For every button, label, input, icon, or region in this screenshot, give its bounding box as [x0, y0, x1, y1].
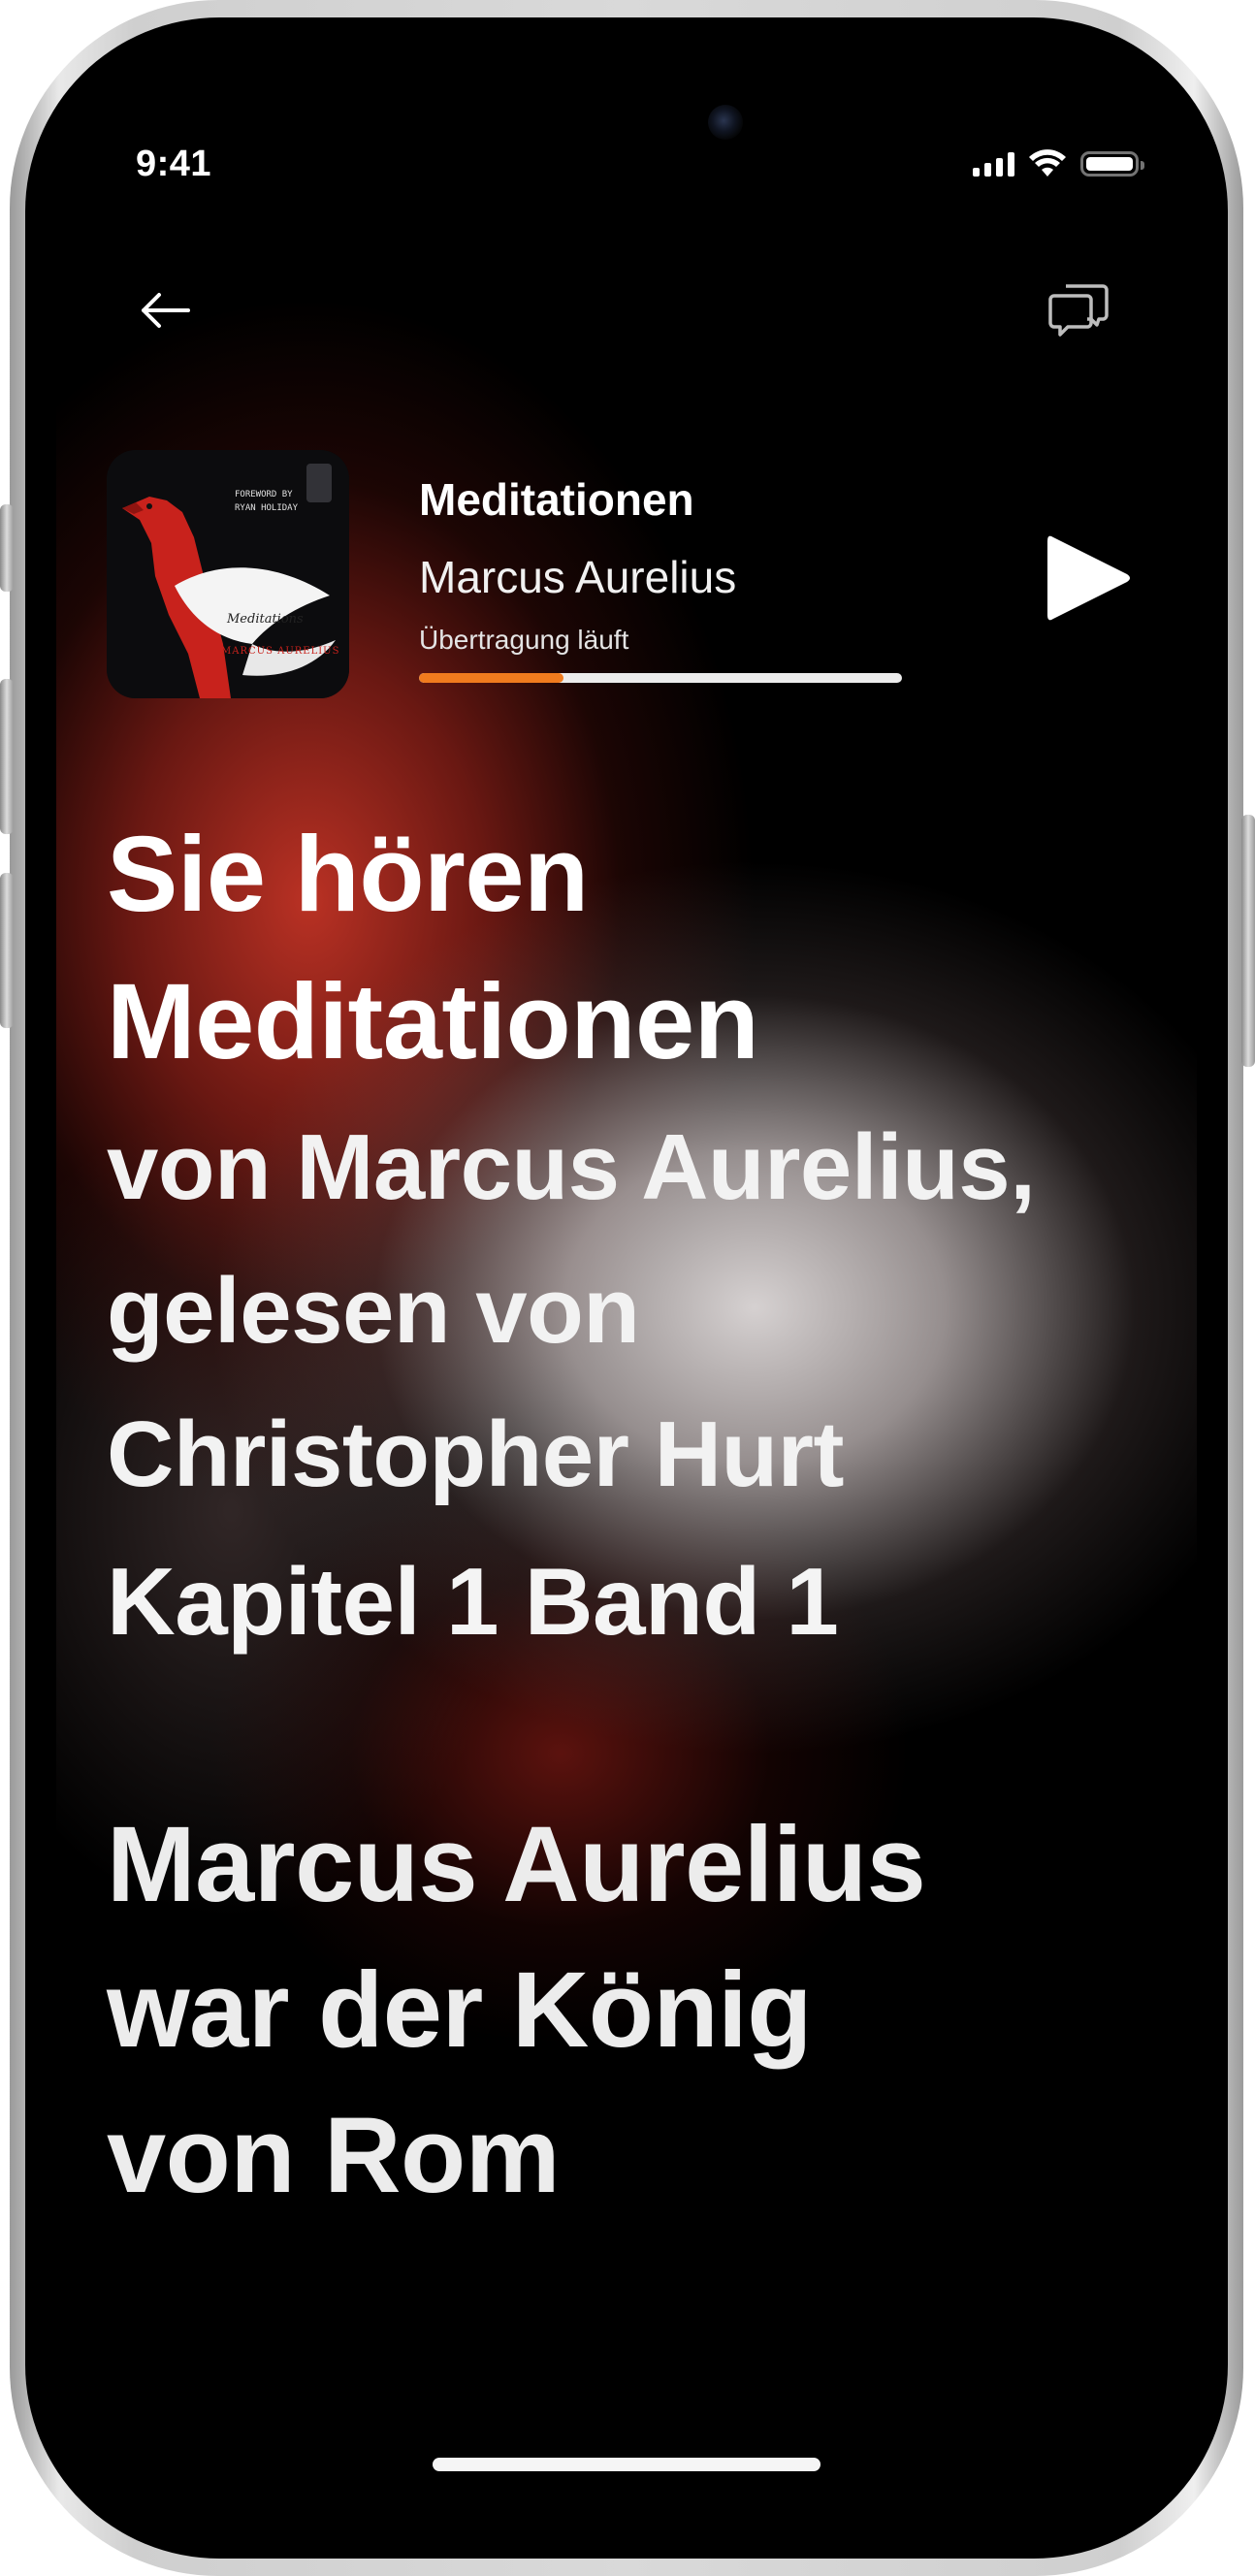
app-screen: 9:41 FOREWORD BY RYAN HOLIDAY Meditation…	[56, 105, 1197, 2491]
volume-down-button	[0, 873, 14, 1028]
arrow-left-icon	[142, 293, 190, 328]
cover-title: Meditations	[226, 612, 304, 627]
cover-foreword-line2: RYAN HOLIDAY	[235, 503, 299, 513]
transcript-heading-line2: Meditationen	[107, 962, 759, 1081]
transcript-heading-line1: Sie hören	[107, 815, 589, 934]
back-button[interactable]	[134, 279, 196, 341]
battery-icon	[1080, 151, 1144, 177]
play-button[interactable]	[1038, 528, 1139, 628]
cover-author: MARCUS AURELIUS	[221, 646, 339, 657]
volume-up-button	[0, 679, 14, 834]
transcript-sub-line1: von Marcus Aurelius,	[107, 1115, 1036, 1219]
progress-bar[interactable]	[419, 673, 902, 683]
play-icon	[1047, 535, 1130, 621]
book-cover-art: FOREWORD BY RYAN HOLIDAY Meditations MAR…	[107, 450, 349, 698]
transcript-body-line2: war der König	[107, 1950, 812, 2070]
cover-foreword-line1: FOREWORD BY	[235, 490, 293, 499]
power-button	[1241, 815, 1255, 1067]
chat-button[interactable]	[1046, 275, 1113, 343]
transcript-sub-line2: gelesen von	[107, 1259, 640, 1363]
wifi-icon	[1029, 149, 1066, 177]
dynamic-island	[448, 105, 807, 209]
chat-bubbles-icon	[1048, 284, 1109, 337]
transcript-sub-line3: Christopher Hurt	[107, 1402, 845, 1506]
track-author: Marcus Aurelius	[419, 552, 737, 602]
track-status: Übertragung läuft	[419, 625, 629, 655]
track-title: Meditationen	[419, 474, 694, 525]
home-indicator[interactable]	[433, 2458, 821, 2471]
progress-fill	[419, 673, 564, 683]
live-transcript: Sie hören Meditationen von Marcus Aureli…	[107, 801, 1174, 2229]
phone-mockup: 9:41 FOREWORD BY RYAN HOLIDAY Meditation…	[0, 0, 1255, 2576]
action-button	[0, 504, 14, 592]
now-playing-card[interactable]: FOREWORD BY RYAN HOLIDAY Meditations MAR…	[107, 450, 1154, 702]
transcript-body-line1: Marcus Aurelius	[107, 1805, 926, 1924]
status-icons	[973, 149, 1144, 178]
transcript-body-line3: von Rom	[107, 2096, 561, 2215]
transcript-chapter: Kapitel 1 Band 1	[107, 1548, 839, 1655]
front-camera	[708, 105, 743, 140]
status-time: 9:41	[136, 144, 212, 184]
book-cover: FOREWORD BY RYAN HOLIDAY Meditations MAR…	[107, 450, 349, 698]
cellular-signal-icon	[973, 151, 1014, 177]
